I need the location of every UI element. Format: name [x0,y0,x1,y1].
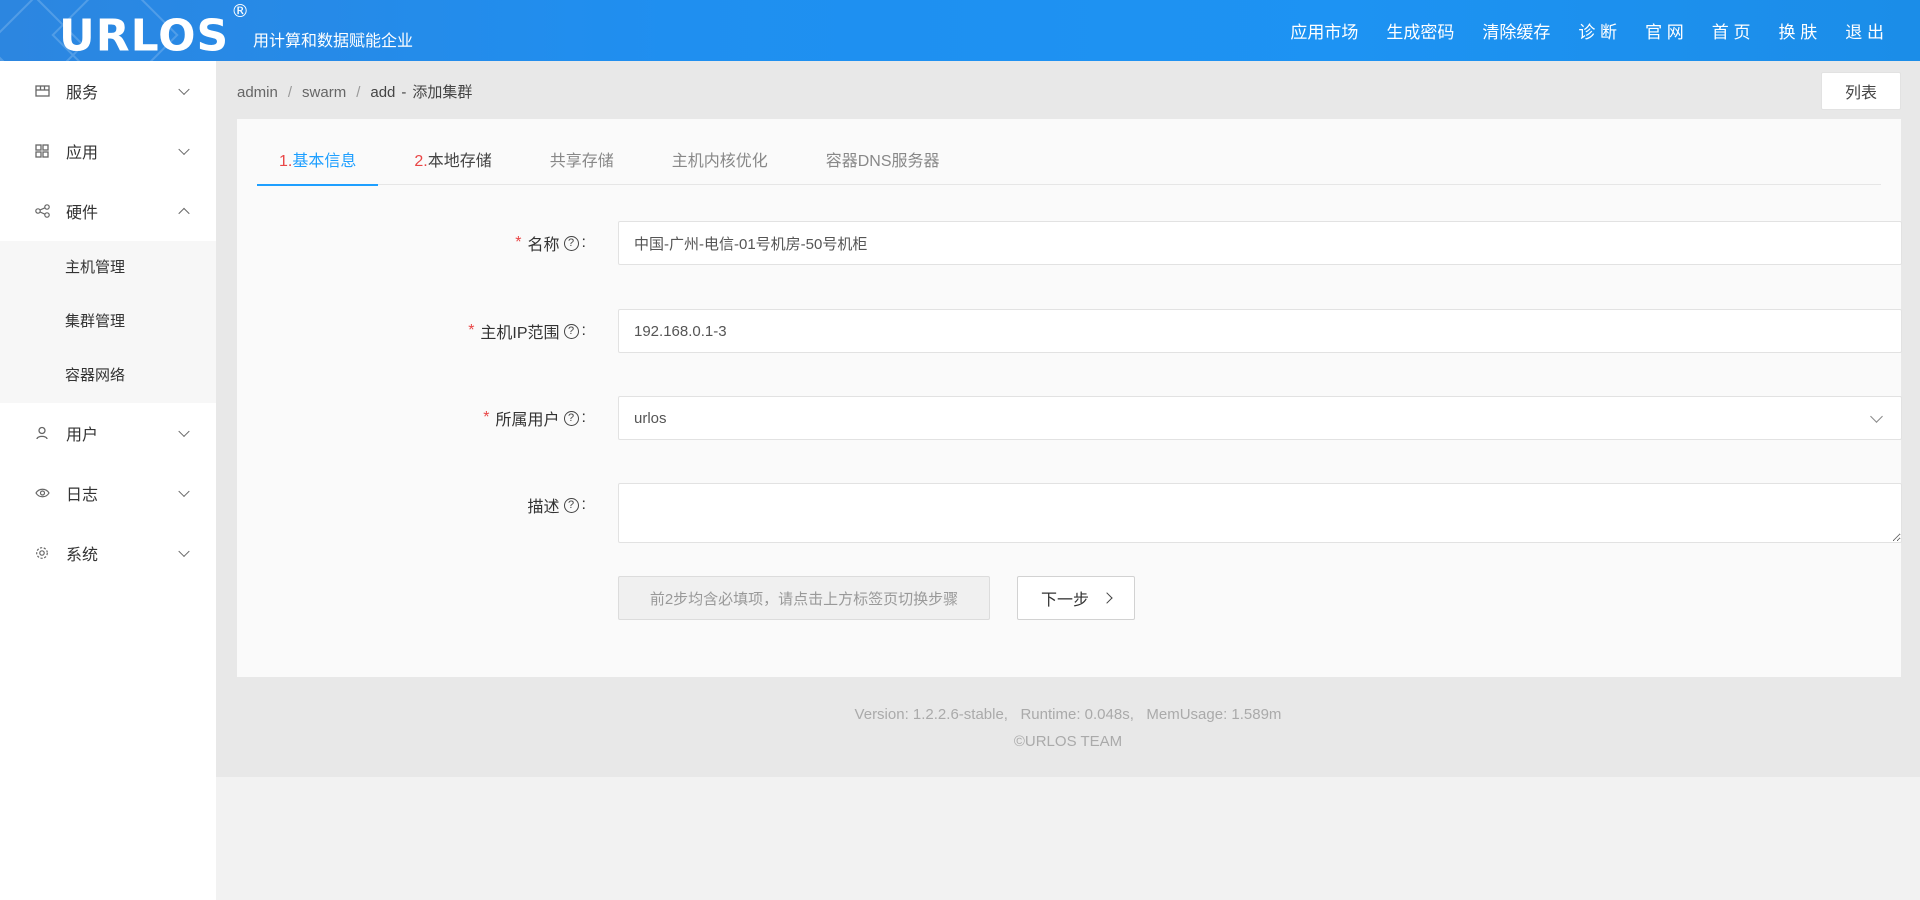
required-mark: * [483,409,490,426]
form-row-name: * 名称 ?: [237,221,1902,265]
breadcrumb-dash: - [401,84,407,101]
nav-official-site[interactable]: 官 网 [1645,18,1684,43]
description-label-text: 描述 [527,499,560,516]
logo[interactable]: URLOS ® [59,1,250,61]
required-mark: * [515,234,522,251]
breadcrumb-swarm[interactable]: swarm [302,84,346,101]
form-row-owner: * 所属用户 ?: urlos [237,396,1902,440]
help-icon[interactable]: ? [563,410,579,426]
sidebar-item-label: 硬件 [66,205,99,222]
nav-diagnose[interactable]: 诊 断 [1578,18,1617,43]
grid-icon [34,143,50,159]
user-icon [34,425,50,441]
tab-shared-storage[interactable]: 共享存储 [528,145,636,185]
nav-clear-cache[interactable]: 清除缓存 [1482,18,1550,43]
next-step-label: 下一步 [1040,592,1089,609]
description-textarea[interactable] [618,483,1902,543]
registered-mark: ® [231,1,251,22]
sidebar: 服务 应用 硬件 主机管理 集群管理 容器网络 用户 日志 系统 [0,61,216,900]
name-label: * 名称 ?: [515,221,586,265]
sidebar-item-label: 系统 [66,547,99,564]
eye-icon [34,485,50,501]
service-icon [34,83,50,99]
ip-range-label-text: 主机IP范围 [480,325,560,342]
chevron-right-icon [1101,592,1113,604]
form-row-description: 描述 ?: [237,483,1902,543]
owner-label-text: 所属用户 [495,412,560,429]
owner-selected-value: urlos [634,409,667,427]
step-tabs: 1.基本信息 2.本地存储 共享存储 主机内核优化 容器DNS服务器 [257,145,1881,186]
share-icon [34,203,50,219]
sidebar-item-host-management[interactable]: 主机管理 [0,241,216,295]
help-icon[interactable]: ? [563,235,579,251]
copyright: ©URLOS TEAM [1013,733,1123,750]
chevron-down-icon [178,143,190,156]
tab-basic-info[interactable]: 1.基本信息 [257,145,379,186]
help-icon[interactable]: ? [563,323,579,339]
required-steps-hint-button: 前2步均含必填项，请点击上方标签页切换步骤 [618,576,990,620]
chevron-down-icon [178,545,190,558]
tab-label: 本地存储 [427,153,492,170]
tab-label: 容器DNS服务器 [825,153,940,170]
chevron-down-icon [178,83,190,96]
list-button[interactable]: 列表 [1821,72,1901,110]
sidebar-item-logs[interactable]: 日志 [0,463,216,523]
sidebar-item-label: 服务 [66,85,99,102]
hardware-submenu: 主机管理 集群管理 容器网络 [0,241,216,403]
owner-label: * 所属用户 ?: [483,396,586,440]
form-row-ip-range: * 主机IP范围 ?: [237,309,1902,353]
name-label-text: 名称 [527,237,560,254]
next-step-button[interactable]: 下一步 [1017,576,1135,620]
version-info: Version: 1.2.2.6-stable, Runtime: 0.048s… [854,706,1282,723]
gear-icon [34,545,50,561]
required-mark: * [468,322,475,339]
sidebar-item-label: 用户 [66,427,99,444]
nav-generate-password[interactable]: 生成密码 [1386,18,1454,43]
sidebar-item-apps[interactable]: 应用 [0,121,216,181]
sidebar-item-label: 应用 [66,145,99,162]
slogan: 用计算和数据赋能企业 [253,33,414,50]
breadcrumb-add: add [370,84,396,101]
sidebar-item-label: 日志 [66,487,99,504]
owner-select[interactable]: urlos [618,396,1902,440]
top-nav: 应用市场 生成密码 清除缓存 诊 断 官 网 首 页 换 肤 退 出 [1262,0,1884,61]
tab-label: 主机内核优化 [671,153,768,170]
footer: Version: 1.2.2.6-stable, Runtime: 0.048s… [216,701,1920,755]
tab-local-storage[interactable]: 2.本地存储 [392,145,513,185]
tab-container-dns[interactable]: 容器DNS服务器 [804,145,962,185]
nav-change-skin[interactable]: 换 肤 [1779,18,1818,43]
chevron-down-icon [178,485,190,498]
description-label: 描述 ?: [528,483,586,527]
main-content: admin / swarm / add - 添加集群 列表 1.基本信息 2.本地存储 共享… [216,61,1920,777]
tab-kernel-optimization[interactable]: 主机内核优化 [650,145,790,185]
name-input[interactable] [618,221,1902,265]
chevron-down-icon [178,425,190,438]
tab-label: 共享存储 [549,153,614,170]
ip-range-input[interactable] [618,309,1902,353]
tab-step-number: 1. [279,153,293,170]
form-card: 1.基本信息 2.本地存储 共享存储 主机内核优化 容器DNS服务器 * 名称 … [237,119,1902,677]
breadcrumb: admin / swarm / add - 添加集群 [237,81,482,102]
nav-home[interactable]: 首 页 [1712,18,1751,43]
breadcrumb-current: 添加集群 [412,84,473,101]
tab-step-number: 2. [414,153,428,170]
sidebar-item-service[interactable]: 服务 [0,61,216,121]
ip-range-label: * 主机IP范围 ?: [468,309,586,353]
help-icon[interactable]: ? [563,497,579,513]
sidebar-item-container-network[interactable]: 容器网络 [0,349,216,403]
nav-logout[interactable]: 退 出 [1845,18,1884,43]
nav-app-market[interactable]: 应用市场 [1290,18,1358,43]
top-header: URLOS ® 用计算和数据赋能企业 应用市场 生成密码 清除缓存 诊 断 官 网… [0,0,1920,61]
sidebar-item-system[interactable]: 系统 [0,523,216,583]
logo-text: URLOS [59,10,230,61]
chevron-down-icon [1870,410,1883,423]
breadcrumb-admin[interactable]: admin [237,84,278,101]
tab-label: 基本信息 [292,153,357,170]
sidebar-item-cluster-management[interactable]: 集群管理 [0,295,216,349]
breadcrumb-separator: / [287,84,293,101]
sidebar-item-hardware[interactable]: 硬件 [0,181,216,241]
sidebar-item-users[interactable]: 用户 [0,403,216,463]
chevron-up-icon [178,207,190,220]
breadcrumb-separator: / [356,84,361,101]
